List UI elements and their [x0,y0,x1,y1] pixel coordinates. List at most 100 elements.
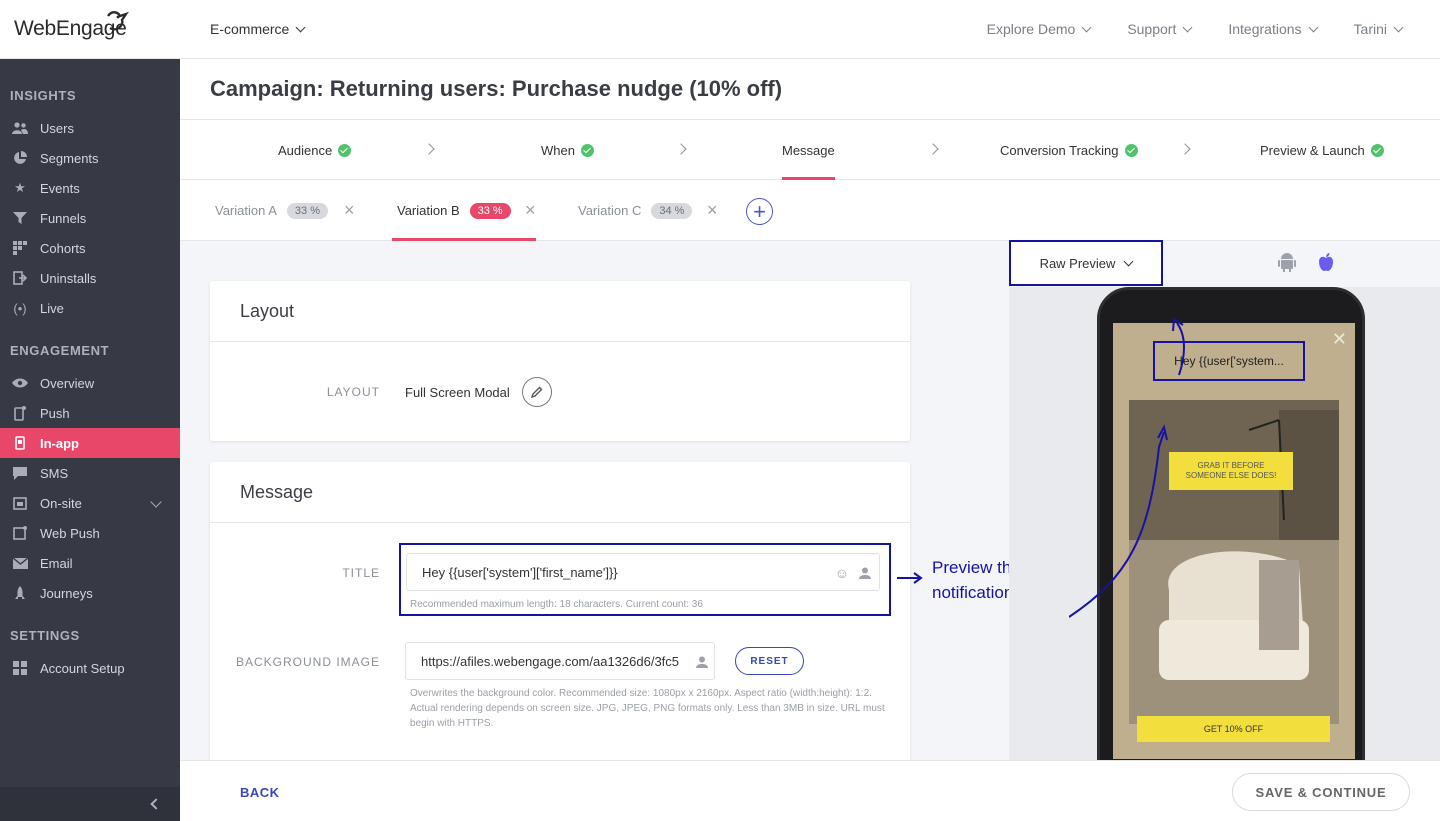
android-icon[interactable] [1278,252,1296,272]
reset-button[interactable]: RESET [735,647,804,675]
sidebar-section-settings: SETTINGS [10,628,80,643]
sidebar-section-engagement: ENGAGEMENT [10,343,110,358]
layout-label: LAYOUT [326,385,380,399]
logo-bird-icon [107,11,129,31]
tab-variation-b[interactable]: Variation B 33 % [392,180,536,241]
in-app-icon [10,435,30,451]
step-message[interactable]: Message [782,120,835,180]
chevron-right-icon [423,143,435,155]
background-image-label: BACKGROUND IMAGE [235,655,380,669]
user-menu[interactable]: Tarini [1354,21,1404,37]
step-conversion-tracking[interactable]: Conversion Tracking [1000,120,1138,180]
close-icon[interactable]: × [525,200,536,221]
funnel-icon [10,210,30,226]
sidebar-item-email[interactable]: Email [0,548,180,578]
tab-variation-a[interactable]: Variation A 33 % [215,180,328,241]
chevron-down-icon [295,22,306,32]
campaign-header: Campaign: Returning users: Purchase nudg… [180,59,1440,120]
check-circle-icon [1370,143,1384,157]
sidebar-item-funnels[interactable]: Funnels [0,203,180,233]
step-when[interactable]: When [541,120,594,180]
step-audience[interactable]: Audience [278,120,352,180]
cta-button[interactable]: GET 10% OFF [1137,716,1330,742]
exit-icon [10,270,30,286]
broadcast-icon: (•) [13,300,27,316]
title-label: TITLE [342,566,380,580]
page-title: Campaign: Returning users: Purchase nudg… [210,76,783,101]
close-icon[interactable]: × [344,200,355,221]
sidebar-item-journeys[interactable]: Journeys [0,578,180,608]
message-card: Message TITLE Hey {{user['system']['firs… [210,462,910,772]
check-circle-icon [580,143,594,157]
sidebar-item-segments[interactable]: Segments [0,143,180,173]
browser-push-icon [10,525,30,541]
users-icon [10,120,30,136]
sidebar-item-in-app[interactable]: In-app [0,428,180,458]
pencil-icon [531,386,543,398]
layout-value: Full Screen Modal [405,385,510,400]
sidebar-item-uninstalls[interactable]: Uninstalls [0,263,180,293]
plus-icon: + [753,198,766,224]
sidebar-section-insights: INSIGHTS [10,88,77,103]
save-continue-button[interactable]: SAVE & CONTINUE [1232,773,1410,811]
edit-layout-button[interactable] [522,377,552,407]
step-preview-launch[interactable]: Preview & Launch [1260,120,1384,180]
webengage-logo[interactable]: WebEngage [0,11,180,44]
sidebar-item-live[interactable]: (•) Live [0,293,180,323]
star-icon: ★ [14,180,26,195]
tab-variation-c[interactable]: Variation C 34 % [578,180,693,241]
sidebar-item-users[interactable]: Users [0,113,180,143]
chevron-left-icon [150,798,162,810]
top-nav: Explore Demo Support Integrations Tarini [987,21,1440,37]
chevron-down-icon [1308,22,1318,32]
chevron-right-icon [675,143,687,155]
layout-card: Layout LAYOUT Full Screen Modal [210,281,910,441]
sidebar-item-sms[interactable]: SMS [0,458,180,488]
close-icon[interactable]: ✕ [1332,329,1347,350]
integrations-menu[interactable]: Integrations [1228,21,1318,37]
main-content: Campaign: Returning users: Purchase nudg… [180,59,1440,821]
chat-icon [10,465,30,481]
percent-badge: 33 % [469,202,511,219]
check-circle-icon [338,143,352,157]
sidebar-item-events[interactable]: ★ Events [0,173,180,203]
chevron-down-icon [1123,256,1134,266]
sidebar-item-account-setup[interactable]: Account Setup [0,653,180,683]
sidebar-item-push[interactable]: Push [0,398,180,428]
eye-icon [10,375,30,391]
apple-icon[interactable] [1318,252,1334,272]
footer-bar: BACK SAVE & CONTINUE [180,760,1440,821]
top-bar: WebEngage E-commerce Explore Demo Suppor… [0,0,1440,59]
grid-settings-icon [10,660,30,676]
message-card-title: Message [210,462,910,523]
sidebar-item-web-push[interactable]: Web Push [0,518,180,548]
add-variation-button[interactable]: + [746,198,773,225]
chevron-down-icon[interactable] [150,496,162,508]
chevron-right-icon [927,143,939,155]
sidebar-item-overview[interactable]: Overview [0,368,180,398]
close-icon[interactable]: × [707,200,718,221]
sidebar-item-on-site[interactable]: On-site [0,488,180,518]
chevron-down-icon [1393,22,1404,32]
raw-preview-dropdown[interactable]: Raw Preview [1009,240,1163,286]
sidebar-item-cohorts[interactable]: Cohorts [0,233,180,263]
envelope-icon [10,555,30,571]
campaign-steps: Audience When Message Conversion Trackin… [180,120,1440,180]
device-preview: ✕ Hey {{user['system... GRAB IT BEFORE S… [1009,287,1440,761]
explore-demo-menu[interactable]: Explore Demo [987,21,1092,37]
check-circle-icon [1124,143,1138,157]
window-icon [10,495,30,511]
chevron-down-icon [1182,22,1193,32]
sidebar-collapse-button[interactable] [0,787,180,821]
support-menu[interactable]: Support [1127,21,1193,37]
background-image-input[interactable]: https://afiles.webengage.com/aa1326d6/3f… [405,642,715,680]
personalize-user-icon[interactable] [696,656,708,668]
workspace-selector[interactable]: E-commerce [210,21,306,37]
variation-tabs: Variation A 33 % × Variation B 33 % × Vari… [180,180,1440,241]
back-button[interactable]: BACK [240,785,280,800]
pie-icon [10,150,30,166]
title-annotation-box [399,543,891,616]
mobile-push-icon [10,405,30,421]
background-image-hint: Overwrites the background color. Recomme… [410,688,885,729]
rocket-icon [10,585,30,601]
